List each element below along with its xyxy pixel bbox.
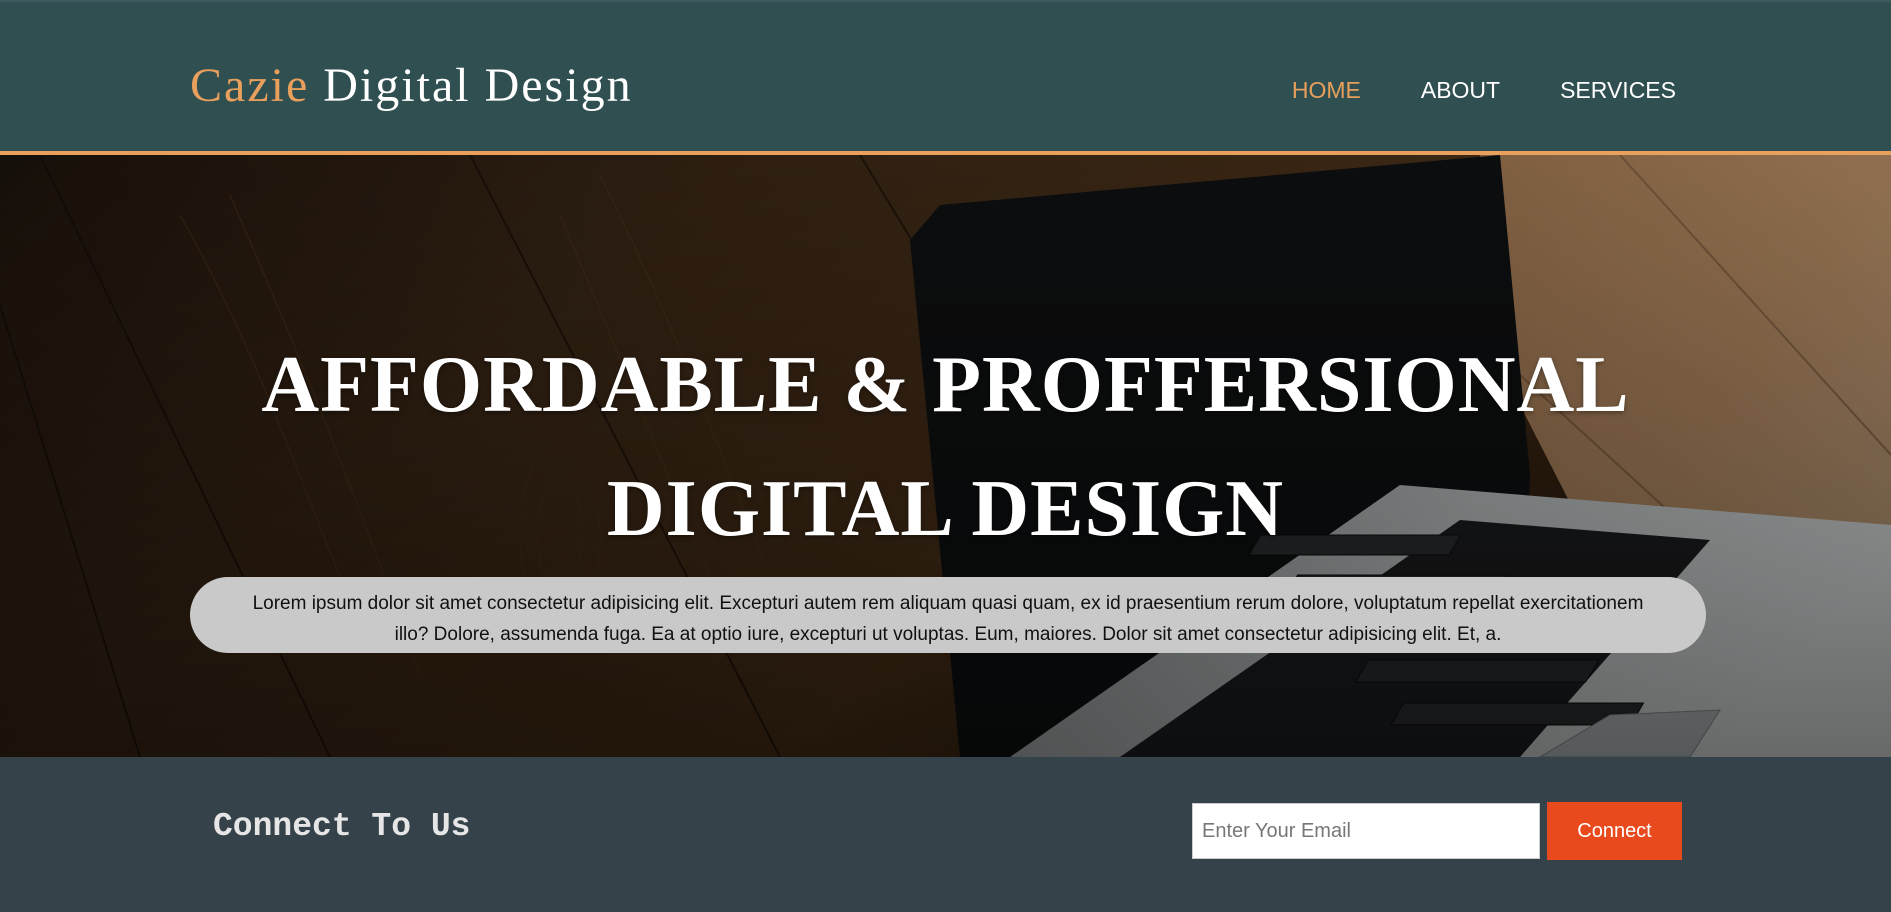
brand-logo[interactable]: Cazie Digital Design [190, 57, 633, 115]
headline-line-1: AFFORDABLE & PROFFERSIONAL [261, 340, 1630, 429]
connect-title: Connect To Us [213, 808, 471, 845]
nav-link-about[interactable]: ABOUT [1421, 76, 1500, 104]
newsletter-bar: Connect To Us Connect [0, 757, 1891, 912]
headline-line-2: DIGITAL DESIGN [606, 464, 1285, 553]
email-input[interactable] [1192, 803, 1540, 859]
main-nav: HOME ABOUT SERVICES [1292, 76, 1676, 104]
logo-highlight: Cazie [190, 59, 310, 112]
nav-link-services[interactable]: SERVICES [1560, 76, 1676, 104]
site-header: Cazie Digital Design HOME ABOUT SERVICES [0, 0, 1891, 155]
hero-section: AFFORDABLE & PROFFERSIONAL DIGITAL DESIG… [0, 155, 1891, 757]
nav-link-home[interactable]: HOME [1292, 76, 1361, 104]
hero-description: Lorem ipsum dolor sit amet consectetur a… [190, 577, 1706, 653]
hero-headline: AFFORDABLE & PROFFERSIONAL DIGITAL DESIG… [0, 323, 1891, 571]
logo-text: Digital Design [323, 59, 633, 112]
connect-button[interactable]: Connect [1547, 802, 1682, 860]
